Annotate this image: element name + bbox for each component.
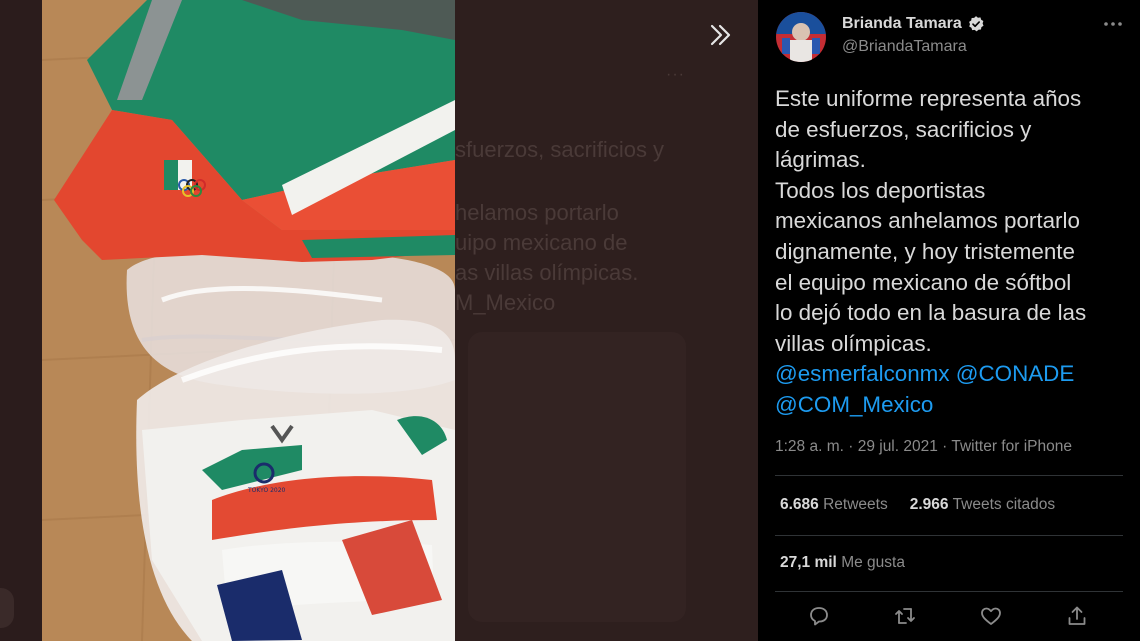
blurred-text-line: M_Mexico: [455, 290, 556, 315]
tweet-text-line: de esfuerzos, sacrificios y: [775, 116, 1032, 142]
blurred-text-line: as villas olímpicas.: [455, 260, 639, 285]
avatar-image: [776, 12, 826, 62]
uniform-photo-image: TOKYO 2020: [42, 0, 455, 641]
tweet-text-line: el equipo mexicano de sóftbol: [775, 269, 1072, 295]
likes-label: Me gusta: [841, 554, 905, 571]
blurred-media-card: [468, 332, 686, 622]
share-button[interactable]: [1065, 604, 1091, 630]
more-options-button[interactable]: [1103, 16, 1123, 32]
blurred-text-line: helamos portarlo: [455, 200, 619, 225]
tweet-text-line: Este uniforme representa años: [775, 86, 1082, 111]
svg-text:TOKYO 2020: TOKYO 2020: [247, 487, 286, 494]
tweet-text-line: villas olímpicas.: [775, 330, 932, 356]
author-handle[interactable]: @BriandaTamara: [842, 38, 967, 56]
previous-arrow-button[interactable]: [0, 588, 14, 628]
retweet-stats-row: 6.686 Retweets 2.966 Tweets citados: [780, 496, 1055, 514]
expand-icon: [710, 24, 731, 46]
quote-tweets-stat[interactable]: 2.966 Tweets citados: [910, 496, 1055, 514]
more-icon: [1104, 22, 1122, 26]
retweets-label: Retweets: [823, 496, 888, 513]
share-icon: [1068, 606, 1086, 625]
verified-badge-icon: [968, 16, 984, 32]
quotes-count: 2.966: [909, 496, 949, 513]
expand-panel-button[interactable]: [703, 18, 739, 52]
mention-links-line[interactable]: @esmerfalconmx @CONADE: [775, 359, 1125, 390]
quotes-label: Tweets citados: [952, 496, 1056, 513]
tweet-text-line: Todos los deportistas: [775, 177, 986, 203]
avatar[interactable]: [776, 12, 826, 62]
tweet-text: Este uniforme representa años de esfuerz…: [775, 84, 1125, 421]
author-name[interactable]: Brianda Tamara: [842, 15, 962, 33]
tweet-timestamp[interactable]: 1:28 a. m. · 29 jul. 2021 · Twitter for …: [775, 438, 1072, 456]
tweet-actions-bar: [800, 604, 1100, 630]
blurred-text-line: sfuerzos, sacrificios y: [455, 137, 665, 162]
tweet-text-line: dignamente, y hoy tristemente: [775, 238, 1075, 264]
author-name-row: Brianda Tamara: [842, 15, 985, 33]
reply-icon: [810, 607, 828, 626]
divider: [775, 591, 1123, 592]
mention-link-com-mexico[interactable]: @COM_Mexico: [775, 390, 1125, 421]
tweet-photo[interactable]: TOKYO 2020: [42, 0, 455, 641]
retweet-icon: [895, 608, 915, 624]
likes-stat[interactable]: 27,1 mil Me gusta: [780, 554, 905, 572]
tweet-text-line: mexicanos anhelamos portarlo: [775, 208, 1080, 234]
like-icon: [981, 607, 1001, 625]
divider: [775, 475, 1123, 476]
blurred-text-line: uipo mexicano de: [455, 230, 628, 255]
tweet-text-line: lo dejó todo en la basura de las: [775, 300, 1087, 326]
tweet-text-line: lágrimas.: [775, 147, 866, 173]
reply-button[interactable]: [807, 604, 833, 630]
retweet-button[interactable]: [893, 604, 919, 630]
tweet-detail-panel: Brianda Tamara @BriandaTamara Este unifo…: [758, 0, 1140, 641]
like-button[interactable]: [979, 604, 1005, 630]
retweets-stat[interactable]: 6.686 Retweets: [780, 496, 888, 514]
blurred-more-icon: ···: [666, 66, 685, 83]
divider: [775, 535, 1123, 536]
likes-count: 27,1 mil: [780, 554, 837, 571]
retweets-count: 6.686: [780, 496, 819, 513]
